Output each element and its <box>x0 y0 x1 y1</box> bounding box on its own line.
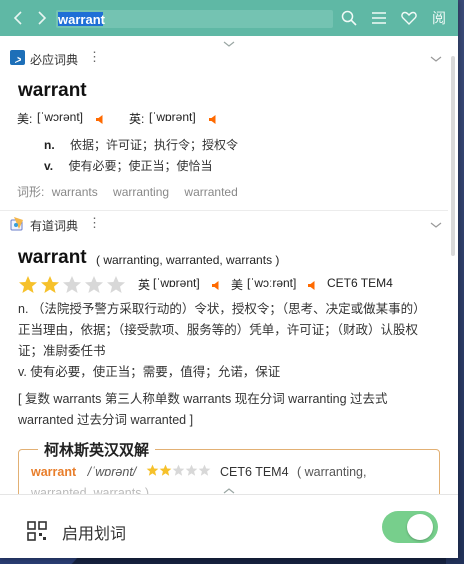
star-icon <box>107 276 125 293</box>
footer: 启用划词 <box>0 496 458 558</box>
collapse-chevron-icon[interactable] <box>222 36 236 47</box>
favorite-heart-icon[interactable] <box>400 9 418 27</box>
star-icon <box>41 276 59 293</box>
inflections: ( warranting, warranted, warrants ) <box>96 253 280 267</box>
definition-verb: v. 使有必要，使正当；需要，值得；允诺，保证 <box>18 365 281 379</box>
uk-label: 英: <box>129 112 145 126</box>
chevron-down-icon[interactable] <box>429 217 443 228</box>
selection-translate-label: 启用划词 <box>62 526 127 543</box>
star-icon <box>185 464 198 476</box>
exam-tags: CET6 TEM4 <box>220 465 289 479</box>
uk-label: 英 <box>138 278 151 292</box>
speaker-icon[interactable] <box>95 112 106 124</box>
star-icon <box>85 276 103 293</box>
collins-phonetic: /ˈwɒrənt/ <box>87 465 137 479</box>
toggle-knob <box>407 514 433 540</box>
star-icon <box>146 464 159 476</box>
inflections-continued: warranted, warrants ) <box>31 486 150 494</box>
speaker-icon[interactable] <box>208 112 219 124</box>
toolbar: 阅 <box>0 0 458 36</box>
speaker-icon[interactable] <box>211 278 222 290</box>
uk-phonetic: [ˈwɒrənt] <box>153 276 200 290</box>
collins-title: 柯林斯英汉双解 <box>38 439 156 460</box>
menu-icon[interactable] <box>370 9 388 27</box>
us-label: 美: <box>17 112 33 126</box>
star-rating <box>18 275 138 293</box>
more-options-icon[interactable]: ⋮ <box>88 215 101 231</box>
search-box[interactable] <box>56 10 333 28</box>
qr-code-icon[interactable] <box>27 521 47 541</box>
inflection-note: [ 复数 warrants 第三人称单数 warrants 现在分词 warra… <box>18 392 388 427</box>
section-divider <box>0 210 448 211</box>
word-form-link[interactable]: warranted <box>184 185 237 199</box>
word-forms: 词形: warrants warranting warranted <box>17 183 238 200</box>
speaker-icon[interactable] <box>307 278 318 290</box>
us-phonetic: [ˈwɔːrənt] <box>247 276 297 290</box>
scrollbar-thumb[interactable] <box>451 56 455 256</box>
bing-logo-icon <box>10 50 25 65</box>
headword: warrant <box>18 80 87 101</box>
part-of-speech: v. <box>44 159 54 173</box>
us-label: 美 <box>231 278 244 292</box>
read-mode-icon[interactable]: 阅 <box>430 9 448 27</box>
collins-entry: warrant /ˈwɒrənt/ <box>31 465 136 479</box>
us-phonetic: [ˈwɔrənt] <box>37 110 84 124</box>
search-input[interactable] <box>58 10 328 28</box>
definition-row: v. 使有必要；使正当；使恰当 <box>44 157 212 174</box>
word-form-link[interactable]: warranting <box>113 185 169 199</box>
back-arrow-icon[interactable] <box>10 9 26 27</box>
inflections: ( warranting, <box>297 465 367 479</box>
definition-text: 依据；许可证；执行令；授权令 <box>70 138 239 152</box>
result-content: 必应词典 ⋮ warrant 美: [ˈwɔrənt] 英: [ˈwɒrənt]… <box>0 46 448 494</box>
selection-translate-toggle[interactable] <box>382 511 438 543</box>
star-icon <box>172 464 185 476</box>
footer-divider <box>0 494 458 495</box>
word-forms-label: 词形: <box>17 185 45 199</box>
star-rating <box>146 464 216 478</box>
forward-arrow-icon[interactable] <box>34 9 50 27</box>
star-icon <box>198 464 211 476</box>
search-icon[interactable] <box>340 9 358 27</box>
bing-section-header: 必应词典 ⋮ <box>10 48 443 68</box>
youdao-section-header: 有道词典 ⋮ <box>10 214 443 234</box>
collapse-chevron-icon[interactable] <box>222 483 236 494</box>
youdao-section-title: 有道词典 <box>30 219 79 233</box>
collins-headword: warrant <box>31 465 77 479</box>
star-icon <box>19 276 37 293</box>
chevron-down-icon[interactable] <box>429 51 443 62</box>
part-of-speech: n. <box>44 138 55 152</box>
dictionary-popup: 阅 必应词典 ⋮ warrant 美: [ˈwɔrənt] 英: [ˈwɒrən… <box>0 0 458 558</box>
headword: warrant <box>18 247 87 268</box>
star-icon <box>63 276 81 293</box>
youdao-logo-icon <box>10 216 25 231</box>
star-icon <box>159 464 172 476</box>
more-options-icon[interactable]: ⋮ <box>88 49 101 65</box>
word-form-link[interactable]: warrants <box>52 185 98 199</box>
definition-text: 使有必要；使正当；使恰当 <box>68 159 213 173</box>
uk-phonetic: [ˈwɒrənt] <box>149 110 196 124</box>
definition-noun: n. （法院授予警方采取行动的）令状，授权令；（思考、决定或做某事的）正当理由，… <box>18 302 426 358</box>
bing-section-title: 必应词典 <box>30 53 79 67</box>
exam-tags: CET6 TEM4 <box>327 276 393 290</box>
definition-row: n. 依据；许可证；执行令；授权令 <box>44 136 238 153</box>
